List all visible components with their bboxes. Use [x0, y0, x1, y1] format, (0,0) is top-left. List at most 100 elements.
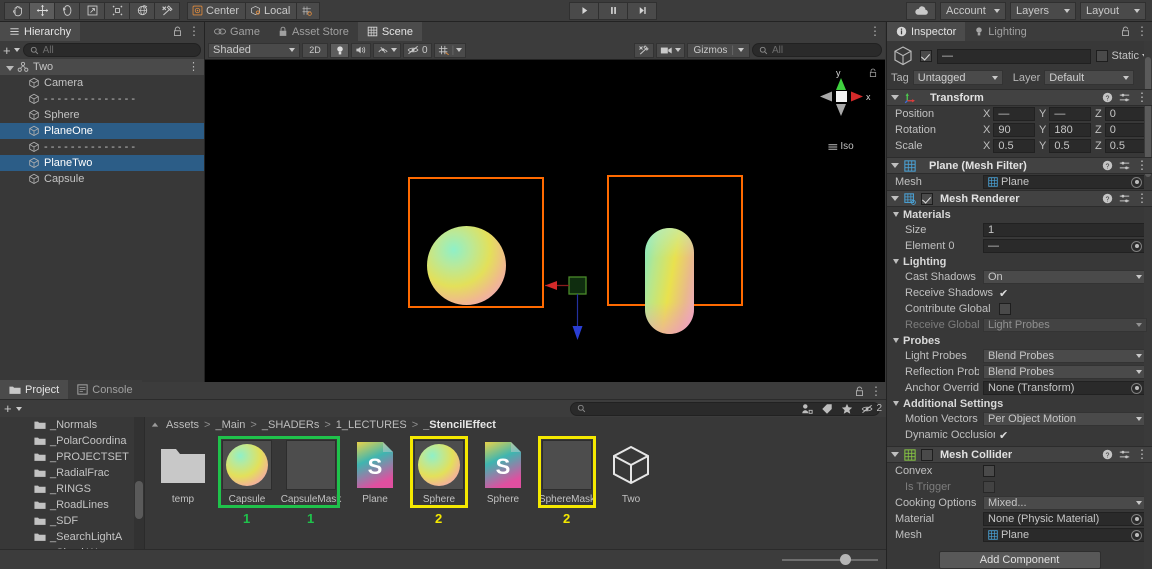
mesh-collider-enabled-checkbox[interactable] [921, 448, 933, 461]
materials-section-header[interactable]: Materials [887, 207, 1152, 222]
dynamic-occlusion-checkbox[interactable]: ✔ [999, 429, 1008, 442]
convex-checkbox[interactable] [983, 465, 995, 477]
breadcrumb-segment[interactable]: _SHADERs [262, 419, 319, 431]
mesh-collider-header[interactable]: Mesh Collider ? ⋮ [887, 446, 1152, 463]
scene-audio-toggle[interactable] [351, 42, 371, 58]
hierarchy-item-planetwo[interactable]: PlaneTwo [0, 155, 204, 171]
hierarchy-item-capsule[interactable]: Capsule [0, 171, 204, 187]
scene-visibility-toggle[interactable]: 0 [403, 42, 432, 58]
filter-label-icon[interactable] [821, 403, 833, 415]
scale-x-field[interactable]: 0.5 [993, 139, 1035, 153]
cooking-options-dropdown[interactable]: Mixed... [983, 496, 1147, 510]
account-dropdown[interactable]: Account [940, 1, 1006, 20]
collapse-triangle-icon[interactable] [891, 196, 899, 201]
folder-row[interactable]: _RoadLines [0, 497, 144, 513]
collapse-triangle-icon[interactable] [893, 338, 899, 343]
scene-settings-button[interactable] [634, 42, 655, 58]
probes-section-header[interactable]: Probes [887, 333, 1152, 348]
collapse-triangle-icon[interactable] [891, 163, 899, 168]
tab-project[interactable]: Project [0, 380, 69, 399]
lock-icon[interactable] [855, 386, 864, 397]
lock-icon[interactable] [1121, 26, 1130, 37]
draw-mode-dropdown[interactable]: Shaded [208, 42, 300, 58]
gameobject-enabled-checkbox[interactable] [920, 50, 932, 62]
breadcrumb-collapse-icon[interactable] [151, 421, 159, 429]
tag-dropdown[interactable]: Untagged [912, 70, 1003, 85]
breadcrumb-segment[interactable]: Assets [166, 419, 199, 431]
breadcrumb-segment[interactable]: _StencilEffect [423, 419, 496, 431]
mesh-filter-header[interactable]: Plane (Mesh Filter) ? ⋮ [887, 157, 1152, 174]
tab-lighting[interactable]: Lighting [965, 22, 1036, 41]
collapse-triangle-icon[interactable] [893, 401, 899, 406]
tree-scrollbar[interactable] [134, 417, 144, 569]
tab-game[interactable]: Game [205, 22, 269, 41]
hierarchy-row-menu-icon[interactable]: ⋮ [188, 62, 199, 73]
scene-menu-icon[interactable]: ⋮ [869, 25, 881, 37]
anchor-override-field[interactable]: None (Transform) [983, 381, 1147, 395]
project-menu-icon[interactable]: ⋮ [870, 385, 882, 397]
folder-row[interactable]: _Normals [0, 417, 144, 433]
mesh-renderer-header[interactable]: Mesh Renderer ? ⋮ [887, 190, 1152, 207]
size-field[interactable]: 1 [983, 223, 1147, 237]
transform-menu-icon[interactable]: ⋮ [1136, 91, 1148, 103]
tab-asset-store[interactable]: Asset Store [268, 22, 358, 41]
layers-dropdown[interactable]: Layers [1010, 1, 1076, 20]
chevron-down-icon[interactable] [13, 48, 20, 52]
object-picker-icon[interactable] [1131, 382, 1142, 394]
step-button[interactable] [627, 1, 658, 20]
position-x-field[interactable]: — [993, 107, 1035, 121]
gizmo-lock-icon[interactable] [869, 68, 877, 81]
light-probes-dropdown[interactable]: Blend Probes [983, 349, 1147, 363]
folder-row[interactable]: _PolarCoordina [0, 433, 144, 449]
folder-row[interactable]: _PROJECTSET [0, 449, 144, 465]
expand-triangle-icon[interactable] [6, 65, 14, 71]
asset-item[interactable]: Two [599, 439, 663, 505]
asset-item[interactable]: temp [151, 439, 215, 505]
help-icon[interactable]: ? [1102, 92, 1113, 103]
mesh-object-field[interactable]: Plane [983, 175, 1147, 189]
move-tool-button[interactable] [29, 1, 55, 20]
help-icon[interactable]: ? [1102, 449, 1113, 460]
object-picker-icon[interactable] [1131, 240, 1142, 252]
scale-y-field[interactable]: 0.5 [1049, 139, 1091, 153]
handle-space-button[interactable]: Local [245, 1, 298, 20]
scene-search-input[interactable]: All [752, 43, 882, 57]
scene-orientation-gizmo[interactable]: y x Iso [803, 66, 879, 152]
help-icon[interactable]: ? [1102, 160, 1113, 171]
preset-icon[interactable] [1119, 193, 1130, 204]
element0-field[interactable]: — [983, 239, 1147, 253]
transform-component-header[interactable]: Transform ? ⋮ [887, 89, 1152, 106]
scene-lighting-toggle[interactable] [330, 42, 349, 58]
rotation-z-field[interactable]: 0 [1104, 123, 1147, 137]
gameobject-name-field[interactable]: — [937, 48, 1092, 64]
tree-scroll-thumb[interactable] [135, 481, 143, 519]
collapse-triangle-icon[interactable] [891, 95, 899, 100]
gizmos-dropdown[interactable]: Gizmos | [687, 42, 750, 58]
mesh-filter-menu-icon[interactable]: ⋮ [1136, 159, 1148, 171]
hierarchy-menu-icon[interactable]: ⋮ [188, 25, 200, 37]
gizmo-projection-label[interactable]: Iso [828, 141, 854, 152]
motion-vectors-dropdown[interactable]: Per Object Motion [983, 412, 1147, 426]
cast-shadows-dropdown[interactable]: On [983, 270, 1147, 284]
collapse-triangle-icon[interactable] [893, 212, 899, 217]
folder-row[interactable]: _RINGS [0, 481, 144, 497]
thumbnail-size-slider[interactable] [782, 554, 878, 566]
collapse-triangle-icon[interactable] [891, 452, 899, 457]
hierarchy-add-button[interactable]: + [3, 44, 11, 57]
help-icon[interactable]: ? [1102, 193, 1113, 204]
rotation-x-field[interactable]: 90 [993, 123, 1035, 137]
collapse-triangle-icon[interactable] [893, 259, 899, 264]
cloud-icon[interactable] [906, 1, 936, 20]
mesh-collider-menu-icon[interactable]: ⋮ [1136, 448, 1148, 460]
preset-icon[interactable] [1119, 160, 1130, 171]
grid-snap-button[interactable] [296, 1, 321, 20]
preset-icon[interactable] [1119, 92, 1130, 103]
collider-mesh-field[interactable]: Plane [983, 528, 1147, 542]
custom-tool-button[interactable] [154, 1, 180, 20]
contribute-global-checkbox[interactable] [999, 303, 1011, 315]
object-picker-icon[interactable] [1131, 513, 1142, 525]
scene-camera-dropdown[interactable] [656, 42, 686, 58]
favorites-star-icon[interactable] [841, 403, 853, 415]
filter-type-icon[interactable] [801, 403, 814, 415]
static-toggle-group[interactable]: Static [1096, 50, 1148, 62]
